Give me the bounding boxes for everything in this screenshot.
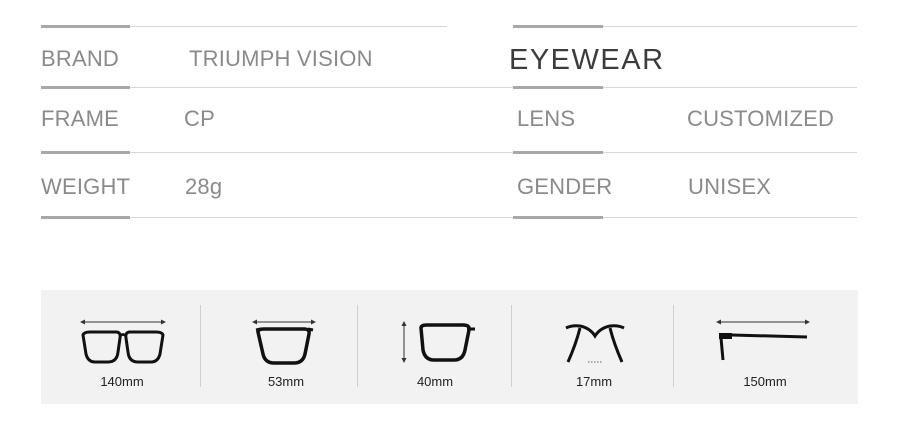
gender-value: UNISEX (688, 174, 772, 199)
divider (200, 305, 201, 387)
accent-bar (41, 151, 130, 154)
dimension-label: 53mm (267, 374, 305, 389)
dimension-label: 40mm (416, 374, 454, 389)
lens-label: LENS (517, 106, 576, 131)
row-rule (41, 152, 857, 153)
accent-bar (41, 86, 130, 89)
lens-height-icon (401, 321, 475, 363)
lens-width-icon (252, 319, 316, 365)
accent-bar (513, 25, 603, 28)
dimension-panel: 140mm 53mm 40mm 17mm 150mm (41, 290, 858, 404)
dimension-label: 140mm (100, 374, 144, 389)
row-rule (41, 217, 857, 218)
row-rule (41, 87, 857, 88)
frame-width-icon (80, 319, 166, 364)
lens-value: CUSTOMIZED (687, 106, 835, 131)
accent-bar (41, 216, 130, 219)
accent-bar (513, 86, 603, 89)
brand-value: TRIUMPH VISION (189, 46, 373, 71)
weight-value: 28g (185, 174, 223, 199)
dimension-label: 150mm (743, 374, 787, 389)
divider (511, 305, 512, 387)
temple-length-icon (716, 319, 810, 361)
gender-label: GENDER (517, 174, 613, 199)
divider (673, 305, 674, 387)
frame-value: CP (184, 106, 215, 131)
accent-bar (41, 25, 130, 28)
dimension-label: 17mm (575, 374, 613, 389)
divider (357, 305, 358, 387)
accent-bar (513, 151, 603, 154)
frame-label: FRAME (41, 106, 119, 131)
bridge-width-icon (565, 324, 625, 363)
brand-label: BRAND (41, 46, 120, 71)
weight-label: WEIGHT (41, 174, 131, 199)
category-title: EYEWEAR (509, 44, 665, 76)
accent-bar (513, 216, 603, 219)
